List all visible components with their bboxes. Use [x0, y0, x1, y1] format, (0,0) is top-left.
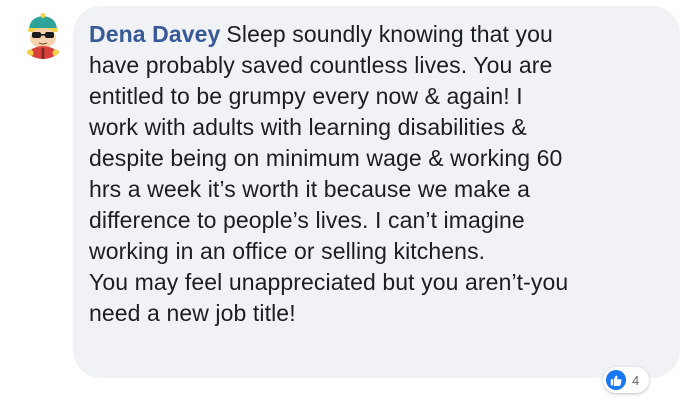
comment-line: despite being on minimum wage & working …	[89, 145, 563, 171]
reactions-summary[interactable]: 4	[603, 367, 650, 393]
avatar[interactable]	[19, 11, 67, 59]
comment-line: entitled to be grumpy every now & again!…	[89, 83, 523, 109]
thumbs-up-icon	[610, 375, 622, 386]
comment-line: Sleep soundly knowing that you	[226, 21, 553, 47]
author-name-link[interactable]: Dena Davey	[89, 21, 220, 47]
comment-line: working in an office or selling kitchens…	[89, 238, 486, 264]
comment-line: need a new job title!	[89, 300, 296, 326]
comment-line: work with adults with learning disabilit…	[89, 114, 527, 140]
comment-line: hrs a week it’s worth it because we make…	[89, 176, 530, 202]
comment-thread: Dena Davey Sleep soundly knowing that you…	[0, 0, 700, 403]
comment-line: have probably saved countless lives. You…	[89, 52, 553, 78]
like-icon	[606, 370, 626, 390]
comment-bubble: Dena Davey Sleep soundly knowing that you…	[73, 6, 680, 378]
comment-line: You may feel unappreciated but you aren’…	[89, 269, 569, 295]
cartoon-character-avatar-icon	[19, 11, 67, 59]
comment-line: difference to people’s lives. I can’t im…	[89, 207, 525, 233]
comment-body: Dena Davey Sleep soundly knowing that you…	[89, 19, 664, 329]
reaction-count: 4	[632, 372, 640, 388]
